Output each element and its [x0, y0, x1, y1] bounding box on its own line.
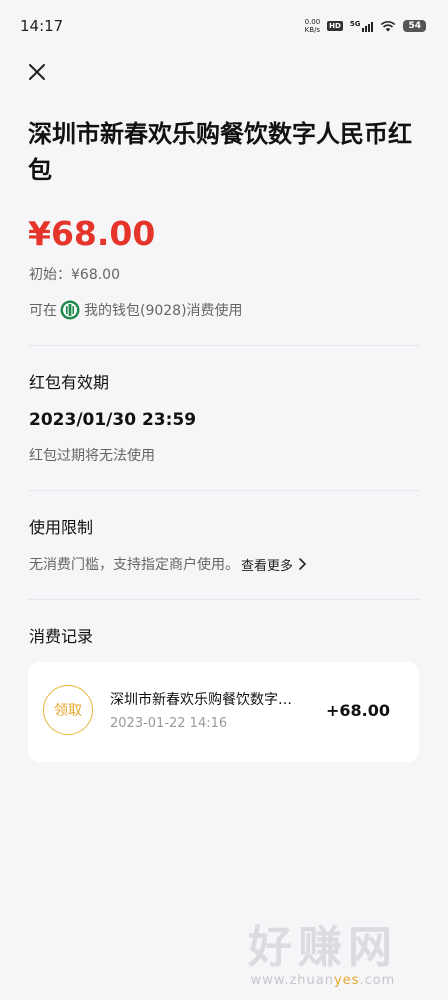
net-speed: 0.00 KB/s: [305, 18, 321, 34]
watermark-logo: 好赚网: [248, 922, 398, 973]
bank-logo-icon: [60, 300, 80, 320]
record-name: 深圳市新春欢乐购餐饮数字…: [110, 692, 292, 708]
see-more-link[interactable]: 查看更多: [241, 555, 308, 574]
red-packet-amount: ¥68.00: [28, 214, 156, 253]
record-item[interactable]: 领取 深圳市新春欢乐购餐饮数字… 2023-01-22 14:16 +68.00: [28, 662, 419, 762]
usable-prefix: 可在: [29, 303, 57, 319]
see-more-label[interactable]: 查看更多: [241, 555, 293, 574]
validity-note: 红包过期将无法使用: [29, 448, 155, 464]
claim-badge: 领取: [43, 685, 93, 735]
status-icons: 0.00 KB/s HD 5G 54: [305, 18, 426, 34]
watermark: 好赚网 www.zhuanyes.com: [218, 922, 428, 989]
network-type: 5G: [349, 20, 361, 28]
page-title: 深圳市新春欢乐购餐饮数字人民币红包: [28, 120, 412, 184]
net-speed-value: 0.00: [304, 18, 321, 26]
status-bar: 14:17 0.00 KB/s HD 5G 54: [0, 0, 448, 52]
restriction-row: 无消费门槛，支持指定商户使用。 查看更多: [29, 554, 308, 574]
watermark-url: www.zhuanyes.com: [218, 973, 428, 988]
record-amount: +68.00: [325, 701, 390, 720]
chevron-right-icon[interactable]: [296, 557, 308, 571]
records-label: 消费记录: [29, 627, 94, 646]
restriction-text: 无消费门槛，支持指定商户使用。: [29, 557, 239, 573]
usable-wallet-row: 可在 我的钱包(9028)消费使用: [29, 300, 243, 320]
close-icon[interactable]: [28, 63, 46, 81]
status-time: 14:17: [20, 17, 64, 35]
watermark-url-accent: yes: [333, 973, 360, 988]
initial-amount: 初始：¥68.00: [29, 267, 120, 283]
close-button[interactable]: [26, 61, 48, 83]
net-speed-unit: KB/s: [304, 26, 321, 34]
hd-icon: HD: [327, 21, 343, 31]
validity-label: 红包有效期: [29, 373, 110, 392]
divider: [28, 490, 420, 491]
restriction-label: 使用限制: [29, 518, 94, 537]
divider: [28, 345, 420, 346]
record-date: 2023-01-22 14:16: [110, 716, 228, 731]
cellular-signal-icon: 5G: [350, 20, 374, 32]
validity-date: 2023/01/30 23:59: [29, 410, 197, 430]
wifi-icon: [381, 21, 396, 32]
divider: [28, 599, 420, 600]
watermark-url-post: .com: [359, 973, 396, 988]
battery-icon: 54: [403, 20, 426, 32]
watermark-url-pre: www.zhuan: [250, 973, 334, 988]
usable-wallet-text: 我的钱包(9028)消费使用: [84, 303, 243, 319]
